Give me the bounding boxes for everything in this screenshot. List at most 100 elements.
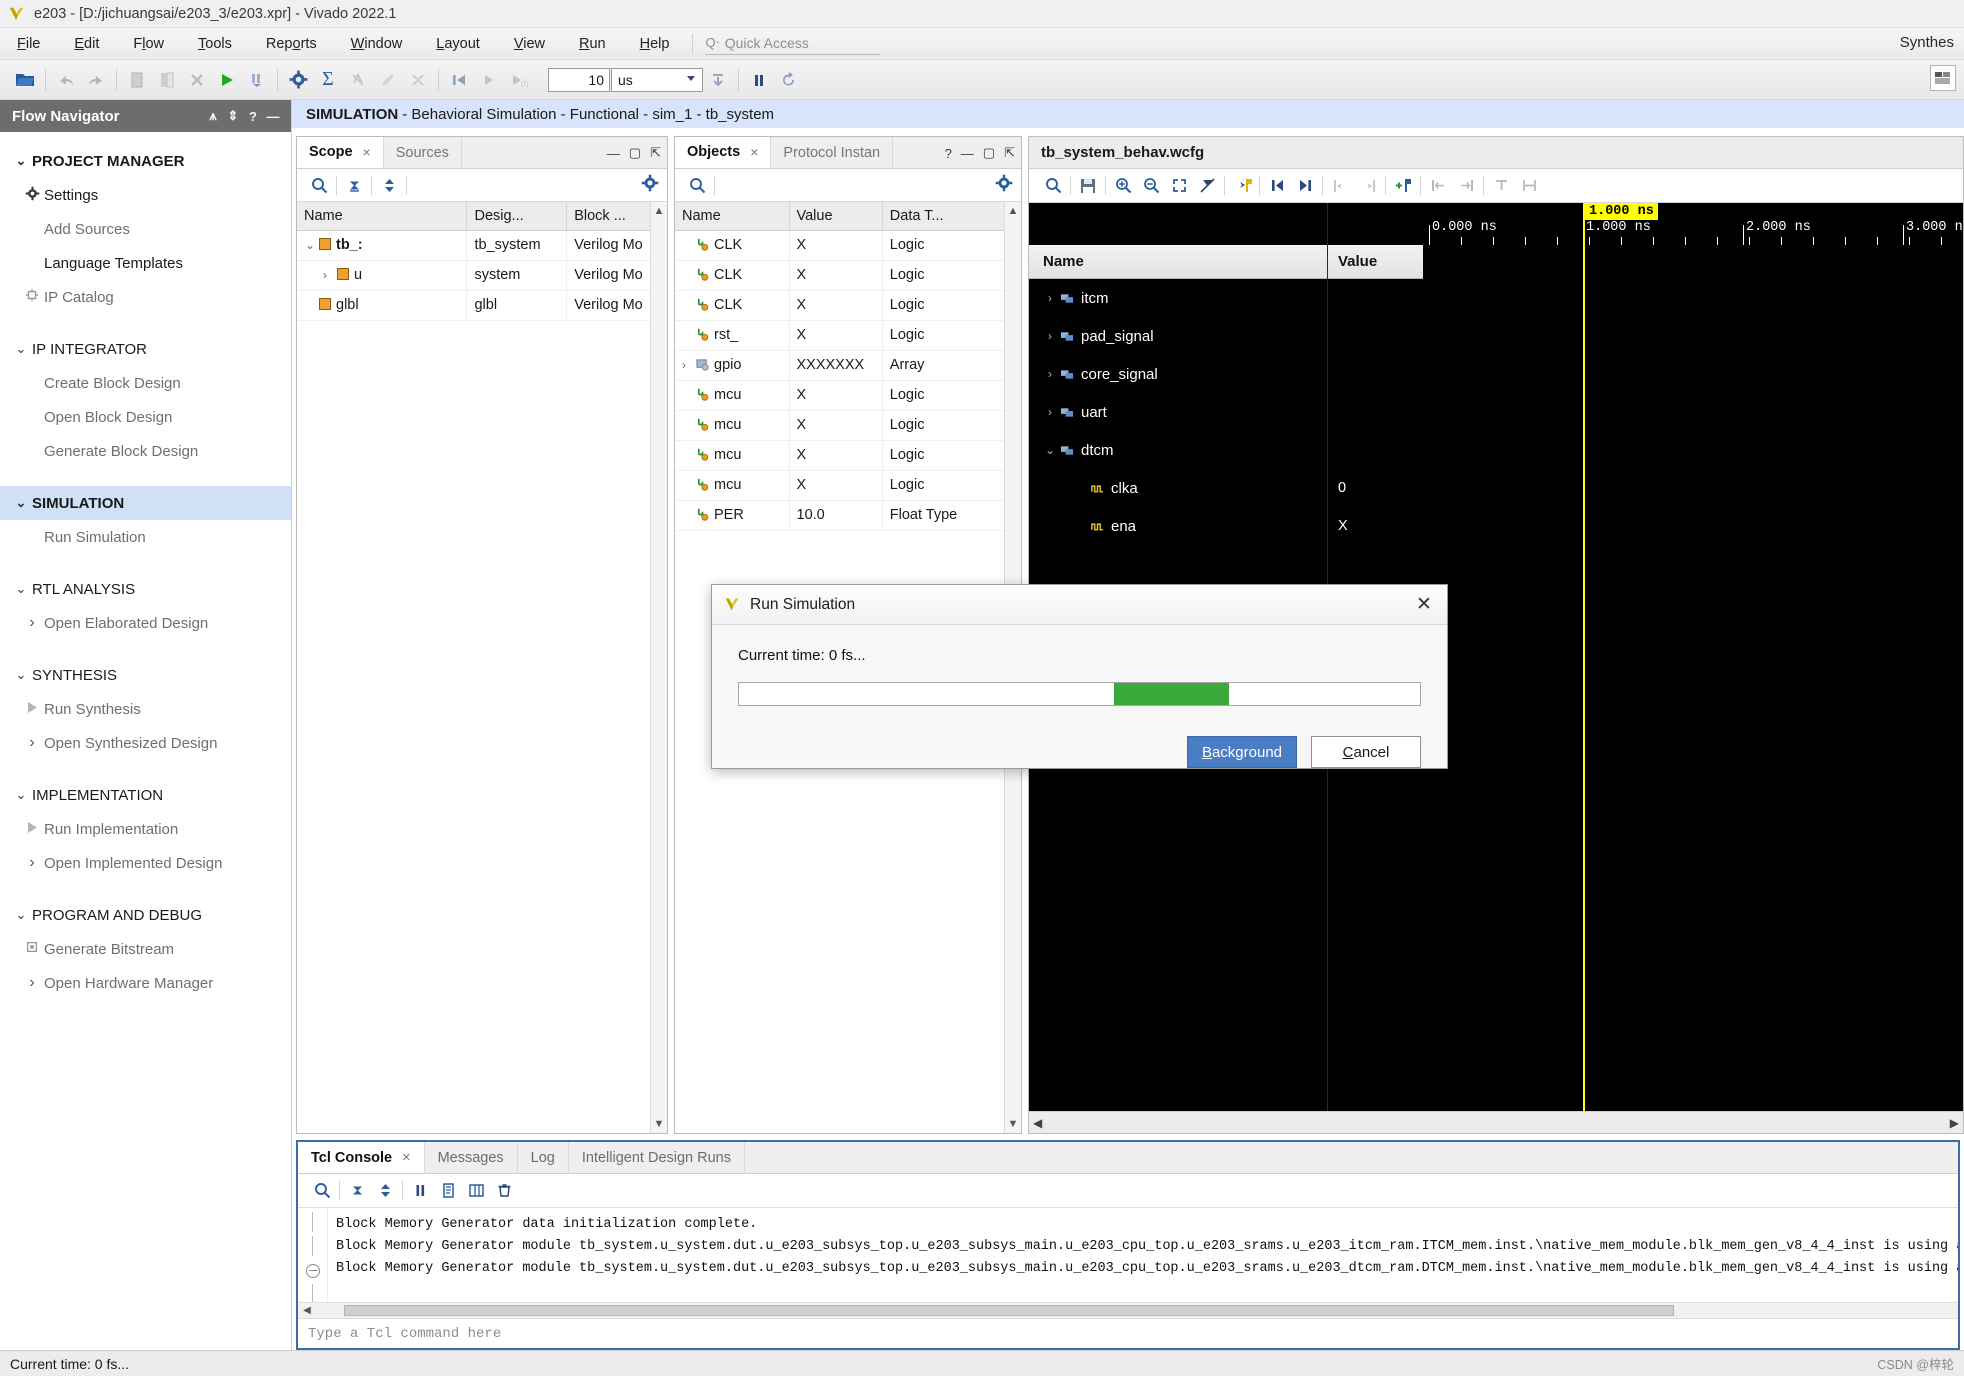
chevron-right-icon[interactable]: › (1039, 405, 1061, 419)
measure-icon[interactable] (1515, 173, 1543, 199)
search-icon[interactable] (683, 172, 711, 198)
table-row[interactable]: mcuXLogic (675, 410, 1021, 440)
waveform-signal-row[interactable]: ›uart (1029, 393, 1327, 431)
pencil-disabled-icon[interactable] (373, 65, 403, 95)
snap-right-icon[interactable] (1452, 173, 1480, 199)
help-icon[interactable]: ? (243, 109, 263, 124)
waveform-signal-row[interactable]: ›itcm (1029, 279, 1327, 317)
run-all-icon[interactable] (474, 65, 504, 95)
flow-section-rtl-analysis[interactable]: ⌄RTL ANALYSIS (0, 572, 291, 606)
collapse-all-icon[interactable] (340, 172, 368, 198)
open-project-icon[interactable] (10, 65, 40, 95)
trash-icon[interactable] (490, 1178, 518, 1204)
table-row[interactable]: mcuXLogic (675, 440, 1021, 470)
flow-item-open-block-design[interactable]: Open Block Design (0, 400, 291, 434)
pause-icon[interactable] (744, 65, 774, 95)
scroll-down-icon[interactable]: ▼ (654, 1118, 665, 1130)
add-marker-icon[interactable] (1389, 173, 1417, 199)
menu-flow[interactable]: Flow (116, 28, 181, 60)
undo-icon[interactable] (51, 65, 81, 95)
tab-intelligent-design-runs[interactable]: Intelligent Design Runs (569, 1142, 745, 1173)
zoom-out-icon[interactable] (1137, 173, 1165, 199)
menu-edit[interactable]: Edit (57, 28, 116, 60)
save-icon[interactable] (1074, 173, 1102, 199)
flow-item-generate-block-design[interactable]: Generate Block Design (0, 434, 291, 468)
delete-x-icon[interactable] (182, 65, 212, 95)
tab-protocol-instances[interactable]: Protocol Instan (771, 137, 893, 168)
prev-marker-icon[interactable] (1326, 173, 1354, 199)
right-arrow-icon[interactable]: ▶ (1950, 1116, 1959, 1130)
cross-out-icon[interactable] (343, 65, 373, 95)
flow-item-open-hardware-manager[interactable]: ›Open Hardware Manager (0, 966, 291, 1000)
table-row[interactable]: ›gpioXXXXXXXArray (675, 350, 1021, 380)
table-row[interactable]: ›usystemVerilog Mo (297, 260, 667, 290)
flow-item-add-sources[interactable]: Add Sources (0, 212, 291, 246)
tab-messages[interactable]: Messages (425, 1142, 518, 1173)
run-down-icon[interactable] (703, 65, 733, 95)
x-disabled-icon[interactable] (403, 65, 433, 95)
table-row[interactable]: glblglblVerilog Mo (297, 290, 667, 320)
float-ruler-icon[interactable] (1487, 173, 1515, 199)
settings-gear-icon[interactable] (283, 65, 313, 95)
redo-icon[interactable] (81, 65, 111, 95)
flow-item-language-templates[interactable]: Language Templates (0, 246, 291, 280)
prev-transition-icon[interactable] (1263, 173, 1291, 199)
flow-item-open-synthesized-design[interactable]: ›Open Synthesized Design (0, 726, 291, 760)
console-log-area[interactable]: Block Memory Generator data initializati… (298, 1208, 1958, 1302)
chevron-down-icon[interactable]: ⌄ (1039, 443, 1061, 457)
waveform-time-ruler[interactable]: 0.000 ns1.000 ns2.000 ns3.000 ns (1423, 203, 1963, 245)
close-icon[interactable]: × (750, 144, 758, 160)
menu-tools[interactable]: Tools (181, 28, 249, 60)
menu-run[interactable]: Run (562, 28, 623, 60)
scope-vscrollbar[interactable]: ▲ ▼ (650, 202, 667, 1133)
flow-item-open-implemented-design[interactable]: ›Open Implemented Design (0, 846, 291, 880)
tab-sources[interactable]: Sources (384, 137, 462, 168)
collapse-icon[interactable] (343, 1178, 371, 1204)
waveform-canvas[interactable]: 0.000 ns1.000 ns2.000 ns3.000 ns 1.000 n… (1423, 203, 1963, 1111)
flow-section-simulation[interactable]: ⌄SIMULATION (0, 486, 291, 520)
flow-section-ip-integrator[interactable]: ⌄IP INTEGRATOR (0, 332, 291, 366)
background-button[interactable]: Background (1187, 736, 1297, 768)
run-time-input[interactable]: 10 (548, 68, 610, 92)
collapse-all-icon[interactable]: ⩚ (203, 108, 223, 124)
table-row[interactable]: CLKXLogic (675, 290, 1021, 320)
maximize-icon[interactable]: ▢ (983, 145, 995, 161)
columns-icon[interactable] (462, 1178, 490, 1204)
table-row[interactable]: rst_XLogic (675, 320, 1021, 350)
scroll-down-icon[interactable]: ▼ (1008, 1118, 1019, 1130)
expand-all-icon[interactable] (375, 172, 403, 198)
chevron-right-icon[interactable]: › (1039, 367, 1061, 381)
gear-icon[interactable] (995, 174, 1013, 196)
chevron-right-icon[interactable]: › (323, 268, 337, 282)
chevron-down-icon[interactable]: ⌄ (305, 238, 319, 252)
scroll-up-icon[interactable]: ▲ (654, 205, 665, 217)
maximize-icon[interactable]: ▢ (629, 145, 641, 161)
flow-item-ip-catalog[interactable]: IP Catalog (0, 280, 291, 314)
waveform-hscrollbar[interactable]: ◀ ▶ (1029, 1111, 1963, 1133)
scope-col-name[interactable]: Name (297, 202, 467, 230)
menu-file[interactable]: FFileile (0, 28, 57, 60)
left-arrow-icon[interactable]: ◀ (1033, 1116, 1042, 1130)
objects-col-type[interactable]: Data T... (882, 202, 1020, 230)
goto-marker-icon[interactable] (1228, 173, 1256, 199)
table-row[interactable]: CLKXLogic (675, 260, 1021, 290)
tab-log[interactable]: Log (518, 1142, 569, 1173)
zoom-fit-icon[interactable] (1165, 173, 1193, 199)
waveform-signal-row[interactable]: ›core_signal (1029, 355, 1327, 393)
menu-help[interactable]: Help (623, 28, 687, 60)
flow-item-run-simulation[interactable]: Run Simulation (0, 520, 291, 554)
copy-icon[interactable] (122, 65, 152, 95)
float-icon[interactable]: ⇱ (1004, 145, 1015, 161)
objects-col-value[interactable]: Value (789, 202, 882, 230)
table-row[interactable]: CLKXLogic (675, 230, 1021, 260)
layout-icon[interactable] (1930, 65, 1956, 91)
minimize-icon[interactable]: — (263, 109, 283, 124)
next-marker-icon[interactable] (1354, 173, 1382, 199)
search-icon[interactable] (1039, 173, 1067, 199)
flow-section-program-and-debug[interactable]: ⌄PROGRAM AND DEBUG (0, 898, 291, 932)
relaunch-icon[interactable] (774, 65, 804, 95)
expand-all-icon[interactable]: ⇕ (223, 108, 243, 124)
pause-icon[interactable] (406, 1178, 434, 1204)
flow-section-implementation[interactable]: ⌄IMPLEMENTATION (0, 778, 291, 812)
tcl-command-input[interactable]: Type a Tcl command here (298, 1318, 1958, 1348)
